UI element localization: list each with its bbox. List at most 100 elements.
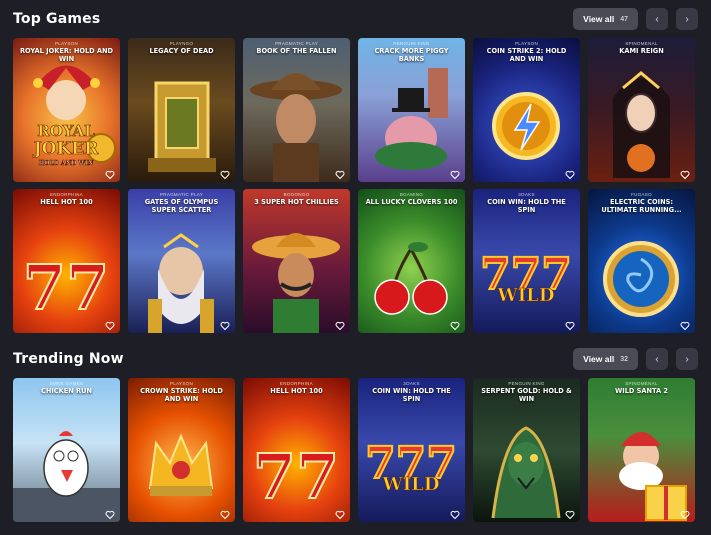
favorite-heart-icon[interactable] [680, 318, 690, 331]
game-title: ALL LUCKY CLOVERS 100 [365, 198, 458, 206]
game-title: CHICKEN RUN [40, 387, 93, 395]
trending-now-header: Trending Now View all 32 ‹ › [13, 347, 698, 371]
game-provider: SMER GAMES [49, 381, 84, 386]
game-title: HELL HOT 100 [270, 387, 323, 395]
section-title: Trending Now [13, 351, 124, 367]
prev-button[interactable]: ‹ [646, 348, 668, 370]
game-card[interactable]: PRAGMATIC PLAY BOOK OF THE FALLEN [243, 38, 350, 182]
game-provider: PLAYNGO [169, 41, 194, 46]
game-card[interactable]: PENGUIN KING CRACK MORE PIGGY BANKS [358, 38, 465, 182]
favorite-heart-icon[interactable] [105, 167, 115, 180]
view-all-count: 32 [620, 355, 628, 363]
game-title: COIN WIN: HOLD THE SPIN [372, 387, 451, 403]
game-card[interactable]: FUGASO ELECTRIC COINS: ULTIMATE RUNNING..… [588, 189, 695, 333]
game-provider: PLAYSON [514, 41, 539, 46]
game-title: LEGACY OF DEAD [149, 47, 214, 55]
game-card[interactable]: SPINOMENAL WILD SANTA 2 [588, 378, 695, 522]
game-card[interactable]: PLAYSON COIN STRIKE 2: HOLD AND WIN [473, 38, 580, 182]
game-provider: 3OAKS [518, 192, 535, 197]
view-all-button[interactable]: View all 47 [573, 8, 638, 30]
game-card[interactable]: SMER GAMES CHICKEN RUN [13, 378, 120, 522]
game-title: BOOK OF THE FALLEN [256, 47, 337, 55]
chevron-left-icon: ‹ [655, 353, 659, 365]
game-provider: PRAGMATIC PLAY [274, 41, 319, 46]
next-button[interactable]: › [676, 8, 698, 30]
game-title: CROWN STRIKE: HOLD AND WIN [140, 387, 223, 403]
game-title: CRACK MORE PIGGY BANKS [374, 47, 449, 63]
top-games-grid: ROYAL JOKER HOLD AND WIN PLAYSON ROYAL JOKER… [13, 38, 695, 333]
svg-text:HOLD AND WIN: HOLD AND WIN [39, 160, 94, 167]
favorite-heart-icon[interactable] [105, 507, 115, 520]
game-title: KAMI REIGN [619, 47, 664, 55]
chevron-right-icon: › [685, 13, 689, 25]
game-provider: PLAYSON [169, 381, 194, 386]
game-title: GATES OF OLYMPUS SUPER SCATTER [144, 198, 219, 214]
game-card[interactable]: PRAGMATIC PLAY GATES OF OLYMPUS SUPER SCA… [128, 189, 235, 333]
trending-now-grid: SMER GAMES CHICKEN RUN PLAYSON CROWN STRIKE… [13, 378, 695, 522]
next-button[interactable]: › [676, 348, 698, 370]
svg-text:77: 77 [23, 251, 109, 324]
section-title: Top Games [13, 11, 101, 27]
svg-text:JOKER: JOKER [32, 139, 100, 159]
favorite-heart-icon[interactable] [220, 507, 230, 520]
game-title: SERPENT GOLD: HOLD & WIN [481, 387, 572, 403]
svg-text:WILD: WILD [382, 474, 440, 495]
game-provider: PENGUIN KING [393, 41, 430, 46]
game-card[interactable]: BOOONGO 3 SUPER HOT CHILLIES [243, 189, 350, 333]
svg-text:ROYAL: ROYAL [37, 122, 95, 140]
game-thumbnail [252, 233, 340, 333]
game-provider: FUGASO [631, 192, 652, 197]
favorite-heart-icon[interactable] [220, 318, 230, 331]
section-controls: View all 32 ‹ › [573, 348, 698, 370]
game-card[interactable]: PENGUIN KING SERPENT GOLD: HOLD & WIN [473, 378, 580, 522]
game-card[interactable]: 777 WILD 3OAKS COIN WIN: HOLD THE SPIN [358, 378, 465, 522]
game-card[interactable]: ROYAL JOKER HOLD AND WIN PLAYSON ROYAL JOKER… [13, 38, 120, 182]
game-provider: PLAYSON [54, 41, 79, 46]
top-games-header: Top Games View all 47 ‹ › [13, 7, 698, 31]
game-card[interactable]: 777 WILD 3OAKS COIN WIN: HOLD THE SPIN [473, 189, 580, 333]
favorite-heart-icon[interactable] [565, 507, 575, 520]
game-thumbnail: 77 [22, 250, 110, 325]
game-title: COIN STRIKE 2: HOLD AND WIN [486, 47, 567, 63]
game-provider: PENGUIN KING [508, 381, 545, 386]
game-card[interactable]: 77 ENDORPHINA HELL HOT 100 [243, 378, 350, 522]
game-title: 3 SUPER HOT CHILLIES [254, 198, 339, 206]
game-title: ROYAL JOKER: HOLD AND WIN [19, 47, 114, 63]
favorite-heart-icon[interactable] [450, 507, 460, 520]
favorite-heart-icon[interactable] [565, 318, 575, 331]
view-all-button[interactable]: View all 32 [573, 348, 638, 370]
game-thumbnail [613, 71, 670, 178]
view-all-count: 47 [620, 15, 628, 23]
favorite-heart-icon[interactable] [335, 318, 345, 331]
game-provider: ENDORPHINA [49, 192, 83, 197]
favorite-heart-icon[interactable] [105, 318, 115, 331]
game-title: COIN WIN: HOLD THE SPIN [487, 198, 566, 214]
game-card[interactable]: PLAYNGO LEGACY OF DEAD [128, 38, 235, 182]
favorite-heart-icon[interactable] [335, 167, 345, 180]
game-thumbnail: 77 [252, 439, 340, 514]
view-all-label: View all [583, 14, 615, 24]
game-thumbnail [619, 432, 687, 521]
svg-text:77: 77 [253, 440, 339, 513]
game-thumbnail [148, 81, 216, 172]
game-card[interactable]: 77 ENDORPHINA HELL HOT 100 [13, 189, 120, 333]
favorite-heart-icon[interactable] [450, 167, 460, 180]
game-title: WILD SANTA 2 [614, 387, 669, 395]
chevron-right-icon: › [685, 353, 689, 365]
game-card[interactable]: BGAMING ALL LUCKY CLOVERS 100 [358, 189, 465, 333]
favorite-heart-icon[interactable] [680, 507, 690, 520]
favorite-heart-icon[interactable] [220, 167, 230, 180]
section-controls: View all 47 ‹ › [573, 8, 698, 30]
game-provider: BOOONGO [283, 192, 310, 197]
favorite-heart-icon[interactable] [565, 167, 575, 180]
favorite-heart-icon[interactable] [335, 507, 345, 520]
game-provider: ENDORPHINA [279, 381, 313, 386]
game-card[interactable]: SPINOMENAL KAMI REIGN [588, 38, 695, 182]
game-card[interactable]: PLAYSON CROWN STRIKE: HOLD AND WIN [128, 378, 235, 522]
game-provider: BGAMING [399, 192, 424, 197]
prev-button[interactable]: ‹ [646, 8, 668, 30]
favorite-heart-icon[interactable] [450, 318, 460, 331]
game-thumbnail [374, 242, 448, 315]
favorite-heart-icon[interactable] [680, 167, 690, 180]
game-thumbnail [250, 73, 342, 182]
